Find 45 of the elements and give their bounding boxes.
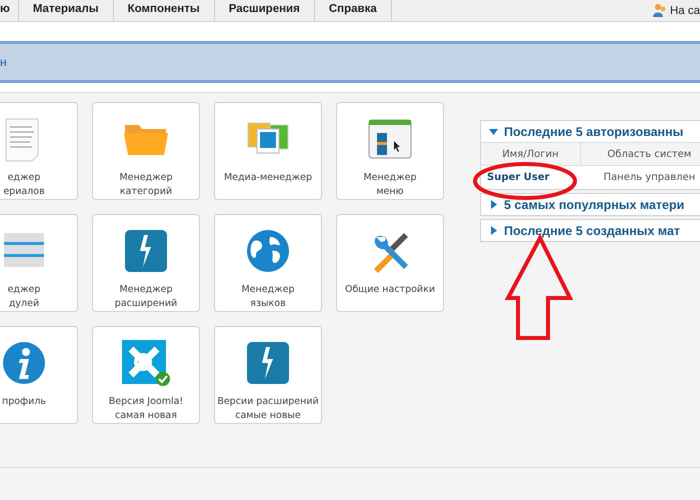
tile-label: Менеджер языков <box>241 283 295 311</box>
globe-icon <box>246 229 290 273</box>
menu-item[interactable]: Материалы <box>18 0 114 21</box>
tile-label: Медиа-менеджер <box>224 171 312 185</box>
shortcut-tile[interactable]: профиль <box>0 326 78 424</box>
lightning-icon <box>124 229 168 273</box>
shortcut-tile[interactable]: Общие настройки <box>336 214 444 312</box>
tile-label: Версия Joomla! самая новая <box>108 395 184 423</box>
shortcut-tile[interactable]: Менеджер категорий <box>92 102 200 200</box>
logo-with-check-icon <box>121 339 171 387</box>
panel-header[interactable]: Последние 5 созданных мат <box>481 220 700 241</box>
shortcut-tile[interactable]: Версии расширений самые новые <box>214 326 322 424</box>
toggle-icon <box>489 127 498 136</box>
tile-label: Версии расширений самые новые <box>217 395 319 423</box>
menu-item[interactable]: Справка <box>314 0 392 21</box>
tile-label: еджер дулей <box>8 283 40 311</box>
table-cell: Панель управлен <box>580 166 700 189</box>
shortcut-tile[interactable]: Медиа-менеджер <box>214 102 322 200</box>
info-icon <box>2 341 46 385</box>
menu-item[interactable]: Компоненты <box>114 0 215 21</box>
menu-item[interactable]: Расширения <box>214 0 315 21</box>
site-link[interactable]: На са <box>670 4 700 16</box>
tile-label: Общие настройки <box>344 283 436 297</box>
user-link[interactable]: Super User <box>481 166 580 189</box>
lightning-icon <box>246 341 290 385</box>
shortcut-tile[interactable]: Менеджер меню <box>336 102 444 200</box>
menu-item[interactable]: ю <box>0 0 19 21</box>
shortcut-tile[interactable]: еджер ериалов <box>0 102 78 200</box>
shortcut-tile[interactable]: Версия Joomla! самая новая <box>92 326 200 424</box>
user-icon <box>652 2 668 18</box>
tile-label: Менеджер категорий <box>119 171 173 199</box>
column-header: Имя/Логин <box>481 142 580 166</box>
toggle-icon <box>489 200 498 209</box>
panel-header[interactable]: 5 самых популярных матери <box>481 194 700 215</box>
column-header: Область систем <box>580 142 700 166</box>
panel-header[interactable]: Последние 5 авторизованны <box>481 121 700 142</box>
shortcut-tile[interactable]: Менеджер расширений <box>92 214 200 312</box>
toggle-icon <box>489 226 498 235</box>
shortcut-tile[interactable]: еджер дулей <box>0 214 78 312</box>
page-title: н <box>0 55 7 69</box>
tile-label: профиль <box>2 395 46 409</box>
shortcut-tile[interactable]: Менеджер языков <box>214 214 322 312</box>
tile-label: Менеджер меню <box>363 171 417 199</box>
tile-label: Менеджер расширений <box>114 283 178 311</box>
tile-label: еджер ериалов <box>3 171 45 199</box>
